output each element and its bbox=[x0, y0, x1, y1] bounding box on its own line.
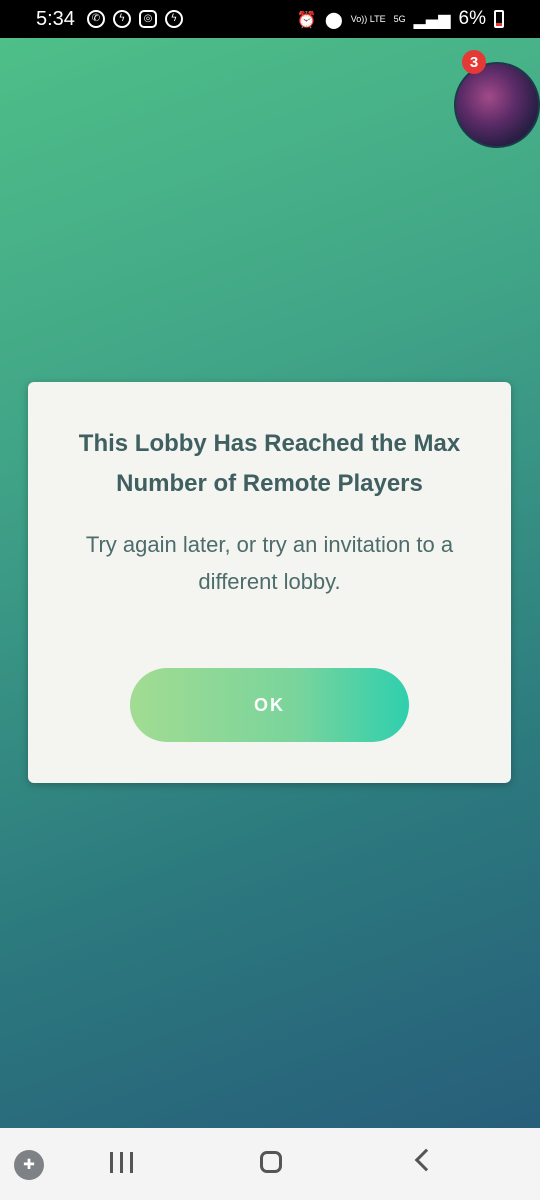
profile-avatar[interactable] bbox=[454, 62, 540, 148]
recent-apps-icon[interactable] bbox=[110, 1152, 133, 1173]
home-icon[interactable] bbox=[260, 1151, 282, 1173]
lobby-full-dialog: This Lobby Has Reached the Max Number of… bbox=[28, 382, 511, 783]
messenger-icon: ϟ bbox=[164, 10, 183, 28]
status-left: 5:34 ✆ ϟ ◎ ϟ bbox=[36, 8, 183, 31]
back-icon[interactable] bbox=[414, 1148, 438, 1172]
alarm-icon: ⏰ bbox=[296, 9, 317, 29]
battery-percent: 6% bbox=[458, 8, 486, 29]
volte-icon: Vo)) LTE bbox=[350, 13, 386, 24]
dialog-title: This Lobby Has Reached the Max Number of… bbox=[78, 430, 461, 497]
status-bar: 5:34 ✆ ϟ ◎ ϟ ⏰ ⬤ Vo)) LTE 5G ▂▄▆ 6% bbox=[0, 0, 540, 38]
location-icon: ⬤ bbox=[324, 9, 343, 29]
signal-icon: ▂▄▆ bbox=[413, 9, 451, 29]
5g-icon: 5G bbox=[393, 13, 406, 24]
messenger-icon: ϟ bbox=[112, 10, 131, 28]
system-nav-bar: ✚ bbox=[0, 1128, 540, 1200]
battery-icon bbox=[494, 10, 504, 28]
game-launcher-icon[interactable]: ✚ bbox=[14, 1150, 44, 1180]
whatsapp-icon: ✆ bbox=[86, 10, 105, 28]
status-time: 5:34 bbox=[36, 7, 75, 30]
notification-badge: 3 bbox=[462, 50, 486, 74]
instagram-icon: ◎ bbox=[138, 10, 157, 28]
dialog-message: Try again later, or try an invitation to… bbox=[85, 532, 454, 594]
status-right: ⏰ ⬤ Vo)) LTE 5G ▂▄▆ 6% bbox=[297, 8, 504, 30]
ok-button[interactable]: OK bbox=[130, 668, 409, 742]
